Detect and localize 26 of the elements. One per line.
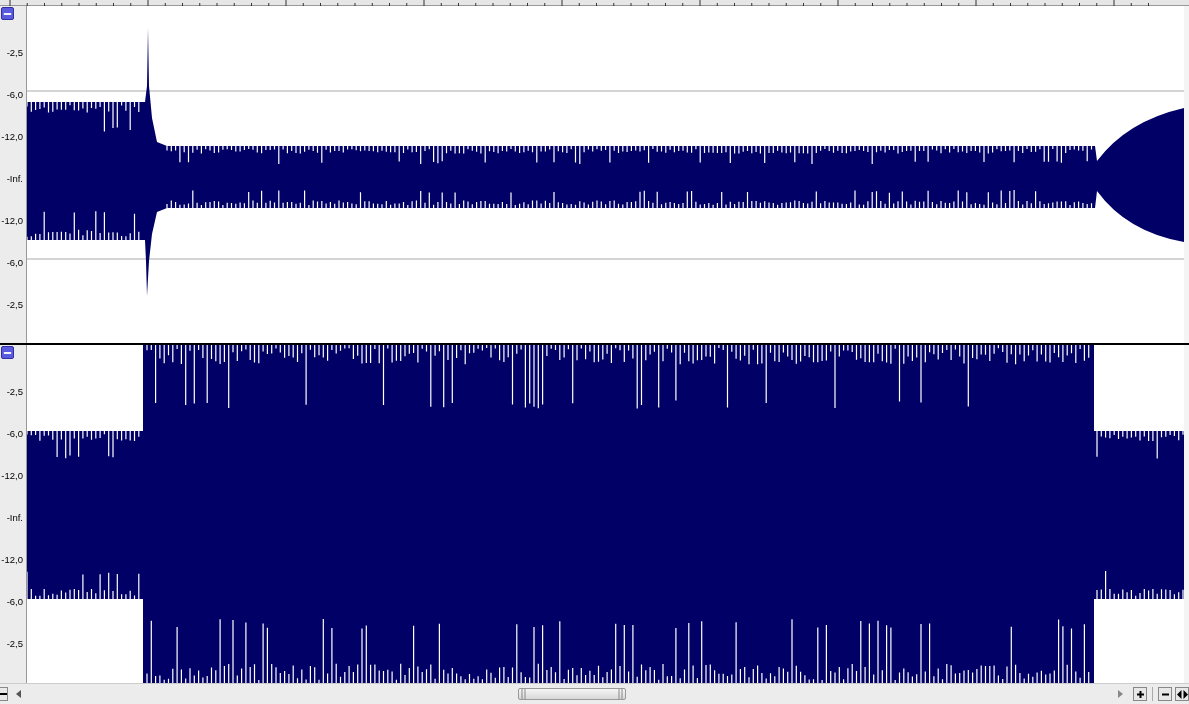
axis-label: -12,0 [1,554,23,565]
scrollbar-thumb[interactable] [518,688,626,700]
axis-label: -Inf. [6,512,23,523]
minus-icon [0,690,7,698]
axis-label: -2,5 [6,47,23,58]
axis-label: -Inf. [6,173,23,184]
zoom-out-button[interactable] [1158,687,1172,701]
axis-label: -6,0 [6,257,23,268]
axis-label: -2,5 [6,386,23,397]
plus-icon [1135,689,1145,699]
scroll-right-icon[interactable] [1118,690,1124,698]
axis-label: -2,5 [6,638,23,649]
axis-label: -6,0 [6,428,23,439]
zoom-out-button[interactable] [0,687,8,701]
axis-label: -12,0 [1,131,23,142]
axis-label: -12,0 [1,215,23,226]
axis-label: -6,0 [6,596,23,607]
zoom-in-button[interactable] [1133,687,1147,701]
axis-label: -12,0 [1,470,23,481]
collapse-button[interactable] [1,346,14,359]
collapse-button[interactable] [1,7,14,20]
scroll-left-icon[interactable] [16,690,22,698]
fit-button[interactable] [1175,687,1189,701]
axis-label: -2,5 [6,299,23,310]
axis-label: -6,0 [6,89,23,100]
left-right-arrows-icon [1176,689,1188,699]
